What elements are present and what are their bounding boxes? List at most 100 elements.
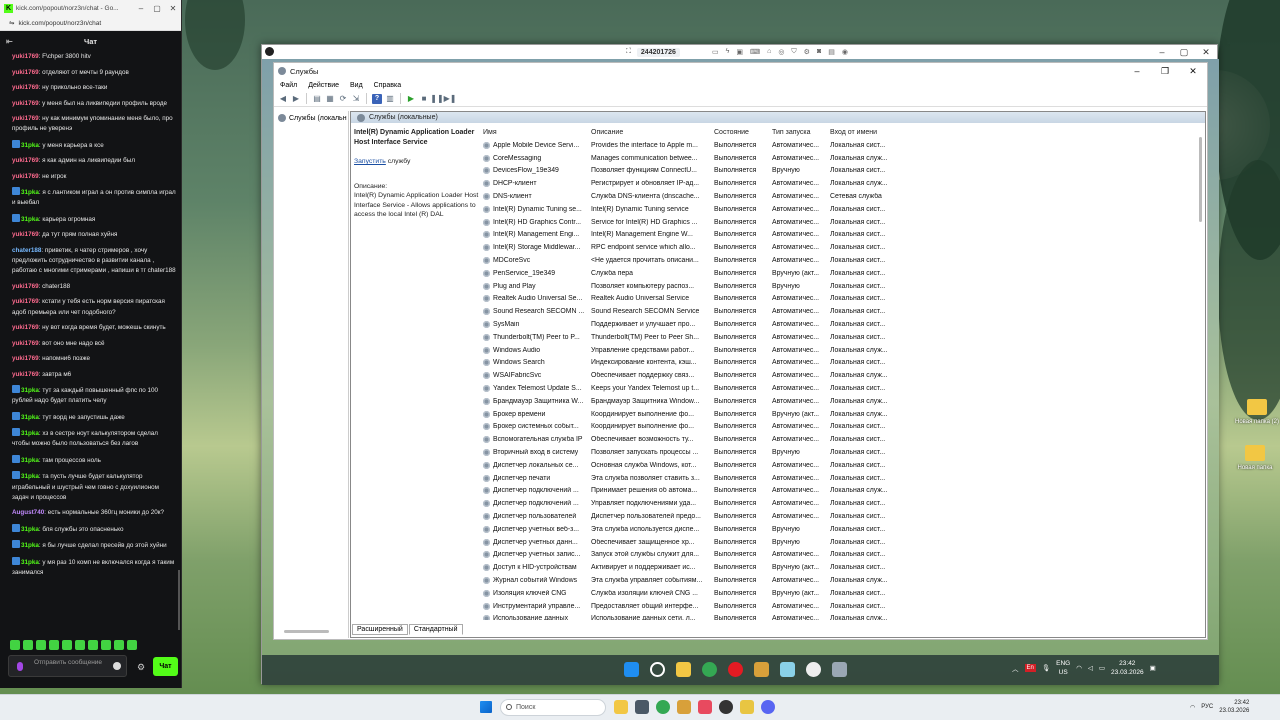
chat-username[interactable]: yuki1769 (12, 100, 39, 107)
tree-node-services-local[interactable]: Службы (локальн (278, 114, 348, 122)
lock-icon[interactable]: ⌂ (767, 48, 771, 56)
service-row[interactable]: Realtek Audio Universal Se... Realtek Aud… (481, 293, 1196, 306)
opera-icon[interactable] (728, 662, 743, 677)
service-row[interactable]: SysMain Поддерживает и улучшает про... Вып… (481, 318, 1196, 331)
service-row[interactable]: Intel(R) Storage Middlewar... RPC endpoin… (481, 241, 1196, 254)
tab-standard[interactable]: Стандартный (408, 624, 463, 635)
desktop-folder-icon[interactable]: Новая папка (1230, 445, 1280, 472)
emote-icon[interactable] (36, 640, 46, 650)
viewer-close-button[interactable]: ✕ (1195, 47, 1217, 58)
list-scrollbar[interactable] (1199, 137, 1202, 222)
services-taskbar-icon[interactable] (832, 662, 847, 677)
service-row[interactable]: Вторичный вход в систему Позволяет запуск… (481, 446, 1196, 459)
service-row[interactable]: Диспетчер учетных данн... Обеспечивает за… (481, 536, 1196, 549)
chat-username[interactable]: 31pka (21, 142, 39, 149)
chat-username[interactable]: yuki1769 (12, 355, 39, 362)
service-row[interactable]: Intel(R) HD Graphics Contr... Service for… (481, 216, 1196, 229)
emote-icon[interactable] (49, 640, 59, 650)
pause-service-icon[interactable]: ❚❚ (430, 94, 443, 104)
service-row[interactable]: Intel(R) Management Engi... Intel(R) Mana… (481, 229, 1196, 242)
chat-username[interactable]: 31pka (21, 216, 39, 223)
help-icon[interactable]: ? (372, 93, 382, 104)
chat-username[interactable]: yuki1769 (12, 298, 39, 305)
emote-icon[interactable] (23, 640, 33, 650)
app-icon[interactable] (780, 662, 795, 677)
chat-username[interactable]: 31pka (21, 559, 39, 566)
service-row[interactable]: Брокер системных событ... Координирует вы… (481, 421, 1196, 434)
app-icon[interactable] (698, 700, 712, 714)
service-row[interactable]: CoreMessaging Manages communication betwe… (481, 152, 1196, 165)
chat-username[interactable]: yuki1769 (12, 53, 39, 60)
chrome-icon[interactable] (656, 700, 670, 714)
chat-username[interactable]: August740 (12, 509, 44, 516)
chat-username[interactable]: 31pka (21, 473, 39, 480)
service-row[interactable]: Диспетчер учетных веб-з... Эта служба исп… (481, 523, 1196, 536)
service-row[interactable]: Apple Mobile Device Servi... Provides the… (481, 139, 1196, 152)
show-tree-icon[interactable]: ▤ (312, 94, 322, 104)
column-status[interactable]: Состояние (714, 129, 772, 136)
service-row[interactable]: Thunderbolt(TM) Peer to P... Thunderbolt(… (481, 331, 1196, 344)
view-icon[interactable]: ◉ (842, 48, 848, 56)
screenshot-icon[interactable]: ◙ (817, 48, 821, 56)
emote-icon[interactable] (127, 640, 137, 650)
app-icon[interactable] (635, 700, 649, 714)
tray-chevron-icon[interactable]: ︿ (1012, 663, 1019, 673)
service-row[interactable]: Диспетчер подключений ... Управляет подкл… (481, 497, 1196, 510)
tree-scrollbar[interactable] (284, 630, 329, 633)
service-row[interactable]: PenService_19e349 Служба пера Выполняется В… (481, 267, 1196, 280)
services-close-button[interactable]: ✕ (1179, 66, 1207, 77)
desktop-folder-icon[interactable]: Новая папка (2) (1232, 399, 1280, 426)
menu-action[interactable]: Действие (308, 82, 339, 89)
app-icon[interactable] (806, 662, 821, 677)
taskbar-search-box[interactable]: Поиск (500, 699, 606, 716)
chat-username[interactable]: yuki1769 (12, 231, 39, 238)
service-row[interactable]: Plug and Play Позволяет компьютеру распоз… (481, 280, 1196, 293)
chat-username[interactable]: yuki1769 (12, 69, 39, 76)
menu-file[interactable]: Файл (280, 82, 297, 89)
chat-message-input[interactable]: Отправить сообщение (8, 655, 127, 677)
microphone-icon[interactable] (17, 662, 23, 671)
collapse-chat-icon[interactable]: ⇤ (6, 37, 13, 46)
volume-icon[interactable]: ◁ (1088, 664, 1093, 672)
chat-username[interactable]: yuki1769 (12, 371, 39, 378)
discord-icon[interactable] (761, 700, 775, 714)
chat-username[interactable]: 31pka (21, 189, 39, 196)
column-description[interactable]: Описание (591, 129, 714, 136)
service-row[interactable]: Инструментарий управле... Предоставляет о… (481, 600, 1196, 613)
column-startup-type[interactable]: Тип запуска (772, 129, 830, 136)
chat-username[interactable]: yuki1769 (12, 115, 39, 122)
display-icon[interactable]: ▣ (736, 48, 743, 56)
wifi-icon[interactable]: ◠ (1076, 664, 1082, 672)
back-icon[interactable]: ◀ (278, 94, 288, 104)
app-icon[interactable] (754, 662, 769, 677)
app-icon[interactable] (740, 700, 754, 714)
refresh-icon[interactable]: ⟳ (338, 94, 348, 104)
service-row[interactable]: Использование данных Использование данных… (481, 612, 1196, 620)
maximize-button[interactable]: ▢ (149, 4, 165, 13)
service-row[interactable]: Диспетчер печати Эта служба позволяет ста… (481, 472, 1196, 485)
emote-icon[interactable] (101, 640, 111, 650)
service-row[interactable]: Изоляция ключей CNG Служба изоляции ключе… (481, 587, 1196, 600)
service-row[interactable]: Журнал событий Windows Эта служба управля… (481, 574, 1196, 587)
app-icon[interactable] (719, 700, 733, 714)
service-row[interactable]: Вспомогательная служба IP Обеспечивает во… (481, 433, 1196, 446)
service-row[interactable]: Диспетчер локальных се... Основная служба… (481, 459, 1196, 472)
chat-icon[interactable]: ▭ (712, 48, 719, 56)
chat-username[interactable]: 31pka (21, 526, 39, 533)
emote-icon[interactable] (62, 640, 72, 650)
lang-indicator[interactable]: РУС (1201, 704, 1213, 710)
chat-username[interactable]: yuki1769 (12, 283, 39, 290)
emoji-picker-icon[interactable] (113, 662, 121, 670)
start-service-link[interactable]: Запустить (354, 158, 386, 165)
minimize-button[interactable]: – (133, 4, 149, 13)
service-row[interactable]: Windows Search Индексирование контента, к… (481, 357, 1196, 370)
chat-username[interactable]: yuki1769 (12, 84, 39, 91)
forward-icon[interactable]: ▶ (291, 94, 301, 104)
service-row[interactable]: Sound Research SECOMN ... Sound Research … (481, 305, 1196, 318)
service-row[interactable]: Диспетчер пользователей Диспетчер пользов… (481, 510, 1196, 523)
chat-username[interactable]: 31pka (21, 430, 39, 437)
chat-username[interactable]: yuki1769 (12, 173, 39, 180)
service-row[interactable]: Yandex Telemost Update S... Keeps your Ya… (481, 382, 1196, 395)
service-row[interactable]: Intel(R) Dynamic Tuning se... Intel(R) Dy… (481, 203, 1196, 216)
service-row[interactable]: Диспетчер учетных запис... Запуск этой сл… (481, 549, 1196, 562)
